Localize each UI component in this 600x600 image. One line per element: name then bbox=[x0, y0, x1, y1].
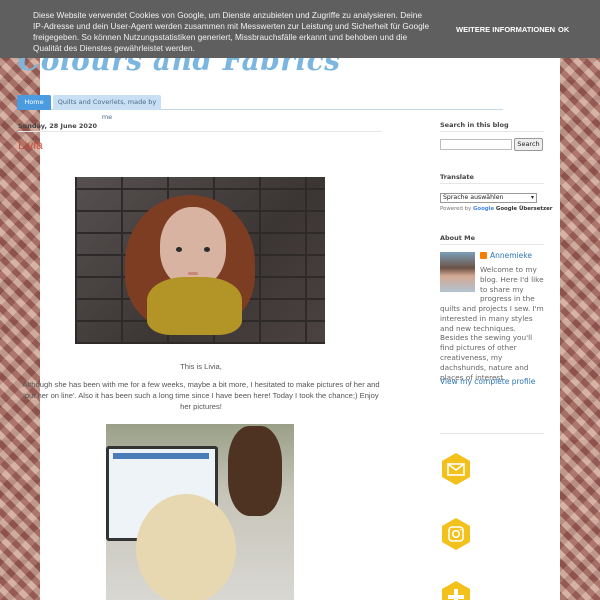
add-icon[interactable] bbox=[440, 580, 472, 600]
language-select[interactable]: Sprache auswählen ▾ bbox=[440, 193, 537, 203]
tab-quilts-and-coverlets[interactable]: Quilts and Coverlets, made by me bbox=[53, 95, 161, 121]
doll-mouth bbox=[188, 272, 198, 275]
post-date: Sunday, 28 June 2020 bbox=[18, 122, 97, 130]
doll-eye bbox=[176, 247, 182, 252]
google-translate-link[interactable]: Google Übersetzer bbox=[496, 206, 553, 212]
profile-description: Welcome to my blog. Here I'd like to sha… bbox=[480, 265, 544, 304]
translate-widget-title: Translate bbox=[440, 173, 474, 181]
divider bbox=[18, 131, 382, 132]
doll-photo[interactable] bbox=[75, 177, 325, 344]
cookie-text: Diese Website verwendet Cookies von Goog… bbox=[33, 10, 430, 53]
powered-by: Powered by Google Google Übersetzer bbox=[440, 206, 552, 212]
search-widget-title: Search in this blog bbox=[440, 121, 509, 129]
chevron-down-icon: ▾ bbox=[530, 194, 534, 201]
divider bbox=[440, 433, 544, 434]
view-profile-link[interactable]: View my complete profile bbox=[440, 377, 535, 386]
cookie-consent-bar: Diese Website verwendet Cookies von Goog… bbox=[0, 0, 600, 58]
profile-description-continued: quilts and projects I sew. I'm intereste… bbox=[440, 304, 544, 382]
doll-face bbox=[160, 207, 226, 287]
doll-laptop-photo[interactable] bbox=[106, 424, 294, 600]
blogger-icon bbox=[480, 252, 487, 259]
doll-back-of-head bbox=[136, 494, 236, 600]
more-information-button[interactable]: WEITERE INFORMATIONEN bbox=[456, 24, 555, 35]
search-button[interactable]: Search bbox=[514, 138, 543, 151]
instagram-icon[interactable] bbox=[440, 517, 472, 551]
post-title[interactable]: Livia bbox=[18, 138, 43, 152]
about-widget-title: About Me bbox=[440, 234, 476, 242]
divider bbox=[440, 244, 544, 245]
doll-eye bbox=[204, 247, 210, 252]
teddy-bear bbox=[228, 426, 282, 516]
profile-name[interactable]: Annemieke bbox=[490, 251, 532, 260]
google-logo: Google bbox=[472, 206, 495, 212]
divider bbox=[440, 131, 544, 132]
ok-button[interactable]: OK bbox=[558, 24, 569, 35]
doll-scarf bbox=[147, 277, 242, 335]
profile-photo[interactable] bbox=[440, 252, 475, 292]
tab-home[interactable]: Home bbox=[17, 95, 51, 110]
divider bbox=[440, 183, 544, 184]
post-paragraph: This is Livia, bbox=[180, 362, 222, 371]
powered-by-prefix: Powered by bbox=[440, 206, 472, 212]
language-select-value: Sprache auswählen bbox=[443, 194, 504, 201]
email-icon[interactable] bbox=[440, 452, 472, 486]
nav-tabs: Home Quilts and Coverlets, made by me bbox=[17, 95, 503, 121]
search-input[interactable] bbox=[440, 139, 512, 150]
laptop-screen-bar bbox=[113, 453, 209, 459]
post-paragraph: Although she has been with me for a few … bbox=[22, 380, 380, 411]
